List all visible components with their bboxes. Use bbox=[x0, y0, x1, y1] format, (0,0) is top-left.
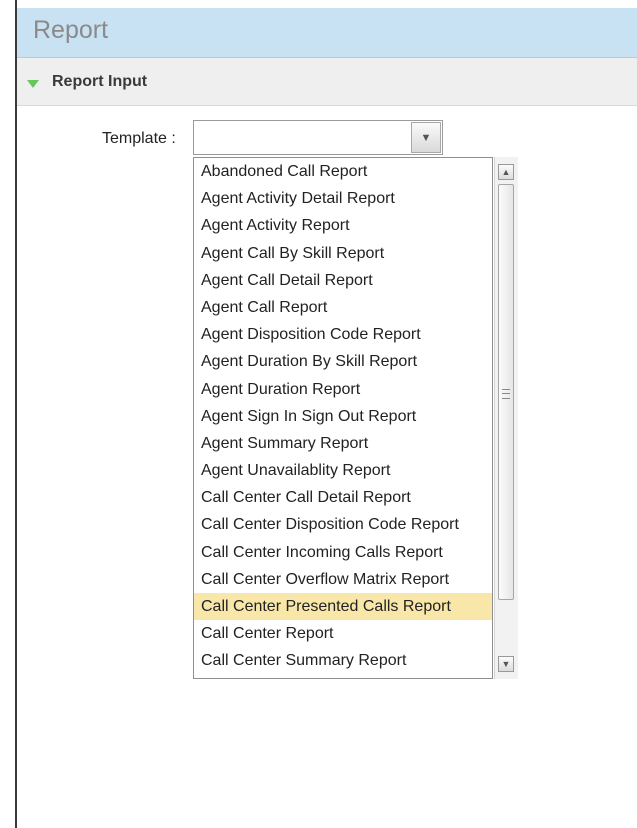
template-option[interactable]: Agent Call Report bbox=[194, 294, 492, 321]
template-option[interactable]: Agent Activity Detail Report bbox=[194, 185, 492, 212]
template-option[interactable]: Agent Disposition Code Report bbox=[194, 321, 492, 348]
chevron-down-icon: ▼ bbox=[420, 131, 432, 144]
template-option[interactable]: Call Center Incoming Calls Report bbox=[194, 539, 492, 566]
scroll-thumb[interactable] bbox=[498, 184, 514, 600]
template-label: Template : bbox=[102, 130, 176, 147]
template-option[interactable]: Call Center Call Detail Report bbox=[194, 484, 492, 511]
template-option[interactable]: Agent Duration By Skill Report bbox=[194, 348, 492, 375]
template-option[interactable]: Agent Call By Skill Report bbox=[194, 240, 492, 267]
template-option[interactable]: Agent Summary Report bbox=[194, 430, 492, 457]
template-option[interactable]: Call Center Presented Calls Report bbox=[194, 593, 492, 621]
template-combobox[interactable]: ▼ bbox=[193, 120, 443, 155]
arrow-up-icon[interactable]: ▲ bbox=[498, 164, 514, 180]
template-option[interactable]: Agent Call Detail Report bbox=[194, 267, 492, 294]
template-dropdown-list[interactable]: Abandoned Call Report Agent Activity Deta… bbox=[193, 157, 493, 679]
template-option[interactable]: Call Center Report bbox=[194, 620, 492, 647]
template-option[interactable]: Call Center Disposition Code Report bbox=[194, 511, 492, 538]
template-option[interactable]: Agent Duration Report bbox=[194, 376, 492, 403]
template-dropdown-button[interactable]: ▼ bbox=[411, 122, 441, 153]
left-border bbox=[15, 0, 17, 828]
template-option[interactable]: Call Center Summary Report bbox=[194, 647, 492, 674]
report-input-section-header[interactable]: Report Input bbox=[17, 58, 637, 106]
triangle-down-icon[interactable] bbox=[27, 80, 39, 88]
page-title: Report bbox=[33, 16, 109, 44]
template-option[interactable]: Call Center Overflow Matrix Report bbox=[194, 566, 492, 593]
template-option[interactable]: Abandoned Call Report bbox=[194, 158, 492, 185]
template-option[interactable]: Agent Unavailablity Report bbox=[194, 457, 492, 484]
template-option[interactable]: Agent Activity Report bbox=[194, 212, 492, 239]
arrow-down-icon[interactable]: ▼ bbox=[498, 656, 514, 672]
dropdown-scrollbar[interactable]: ▲ ▼ bbox=[494, 157, 518, 679]
grip-icon bbox=[502, 389, 510, 399]
template-options: Abandoned Call Report Agent Activity Deta… bbox=[194, 158, 492, 675]
top-strip bbox=[17, 0, 637, 8]
report-header: Report bbox=[17, 8, 637, 58]
template-option[interactable]: Agent Sign In Sign Out Report bbox=[194, 403, 492, 430]
section-title: Report Input bbox=[52, 73, 148, 90]
